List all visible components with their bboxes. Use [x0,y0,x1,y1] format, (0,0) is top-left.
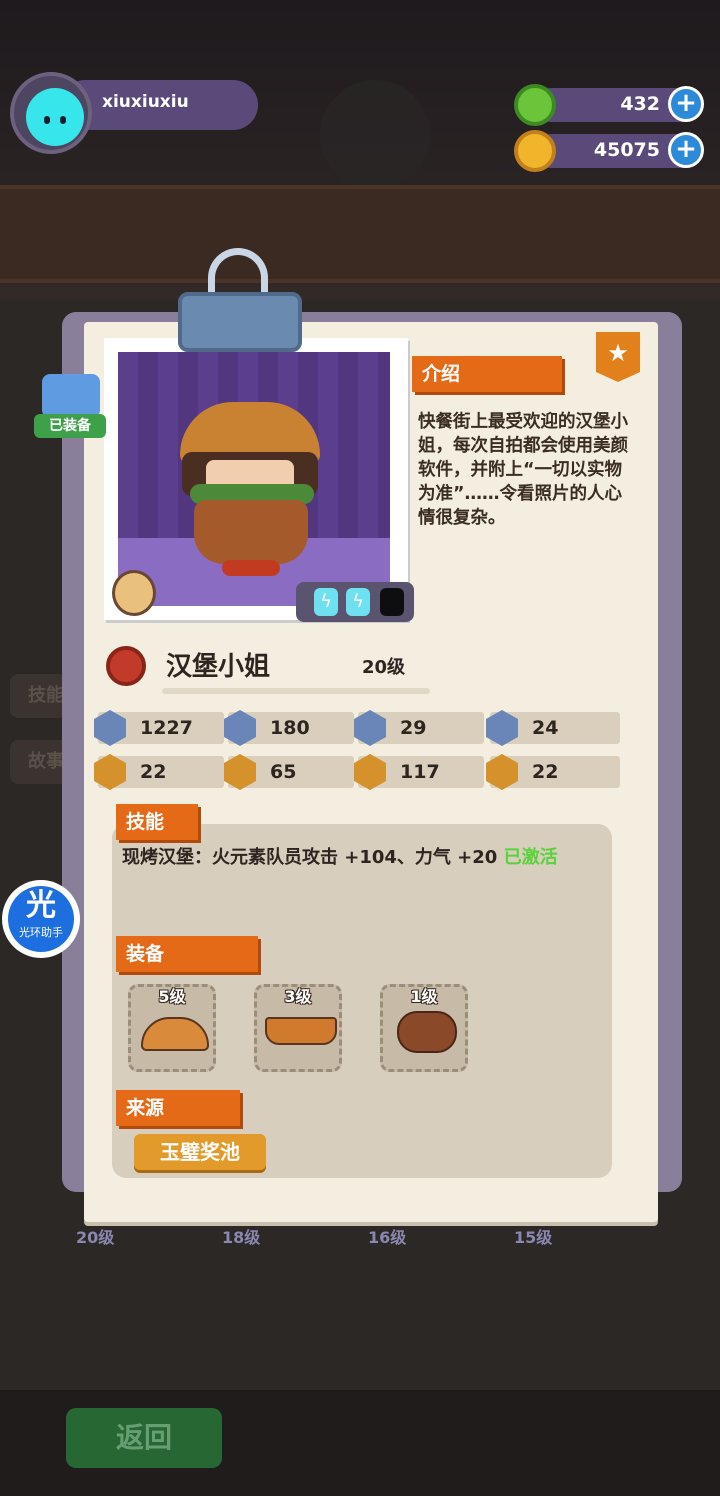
equipment-slot-1[interactable]: 5级 [128,984,216,1072]
source-title: 来源 [116,1090,240,1126]
stat-value: 117 [400,761,440,783]
gem-icon [514,84,556,126]
equipped-badge: 已装备 [34,414,106,438]
fire-element-icon [106,646,146,686]
equipment-slot-3[interactable]: 1级 [380,984,468,1072]
add-gems-button[interactable]: + [668,86,704,122]
skill-description: 现烤汉堡：火元素队员攻击 +104、力气 +20 [122,847,504,868]
stat-value: 24 [532,717,559,739]
coin-counter: 45075 + [514,130,704,172]
coin-planet-icon [514,130,556,172]
stat-attack: 180 [224,710,354,746]
skill-status: 已激活 [503,847,558,868]
halo-assistant-button[interactable]: 光 光环助手 [2,880,80,958]
intro-title: 介绍 [412,356,562,392]
gem-counter: 432 + [514,84,704,126]
stat-anchor: 24 [486,710,620,746]
character-feet [222,560,280,576]
character-level: 20级 [362,657,406,678]
username: xiuxiuxiu [102,92,189,112]
halo-label: 光环助手 [19,926,63,939]
source-pool-button[interactable]: 玉璧奖池 [134,1134,266,1170]
brain-icon [486,754,518,790]
tab-skill[interactable]: 技能 [10,674,70,718]
favorite-star-icon[interactable]: ★ [596,332,640,382]
stat-value: 65 [270,761,297,783]
stat-strength: 22 [94,754,224,790]
level-tab-18[interactable]: 18级 [222,1224,260,1248]
anchor-icon [486,710,518,746]
add-coins-button[interactable]: + [668,132,704,168]
charm-icon [224,754,256,790]
name-underline [162,688,430,694]
avatar[interactable] [10,72,92,154]
defense-icon [354,710,386,746]
gem-amount: 432 [620,93,660,115]
fan-decoration [320,80,430,190]
level-tab-15[interactable]: 15级 [514,1224,552,1248]
skill-text: 现烤汉堡：火元素队员攻击 +104、力气 +20 已激活 [122,844,608,872]
character-body [194,500,308,564]
stat-power: 117 [354,754,484,790]
bun-bottom-icon [265,1017,337,1045]
equipment-level: 3级 [284,987,312,1006]
patty-icon [397,1011,457,1053]
stat-charm: 65 [224,754,354,790]
character-name: 汉堡小姐 [166,652,271,682]
tab-story[interactable]: 故事 [10,740,70,784]
energy-bolt-icon: ϟ [346,588,370,616]
halo-main: 光 [26,888,56,923]
equip-title: 装备 [116,936,258,972]
equipment-level: 5级 [158,987,186,1006]
stat-hp: 1227 [94,710,224,746]
element-orb-icon [112,570,156,616]
background-shelf [0,185,720,283]
intro-text: 快餐街上最受欢迎的汉堡小姐，每次自拍都会使用美颜软件，并附上“一切以实物为准”…… [418,412,628,528]
stat-defense: 29 [354,710,484,746]
energy-slots: ϟ ϟ [296,582,414,622]
player-profile[interactable]: xiuxiuxiu [10,72,260,154]
heart-icon [94,710,126,746]
power-icon [354,754,386,790]
stat-value: 22 [532,761,559,783]
shirt-icon [42,374,100,418]
binder-clip [178,248,302,358]
strength-icon [94,754,126,790]
equipment-level: 1级 [410,987,438,1006]
back-button[interactable]: 返回 [66,1408,222,1468]
stat-value: 22 [140,761,167,783]
cat-avatar-icon [26,88,84,146]
stat-value: 29 [400,717,427,739]
coin-amount: 45075 [593,139,660,161]
equipped-outfit[interactable]: 已装备 [34,374,106,440]
energy-bolt-icon: ϟ [314,588,338,616]
stat-value: 180 [270,717,310,739]
skill-title: 技能 [116,804,198,840]
stat-intelligence: 22 [486,754,620,790]
level-tab-20[interactable]: 20级 [76,1224,114,1248]
bun-top-icon [141,1017,209,1051]
level-tab-16[interactable]: 16级 [368,1224,406,1248]
equipment-slot-2[interactable]: 3级 [254,984,342,1072]
stat-value: 1227 [140,717,193,739]
attack-icon [224,710,256,746]
energy-empty-icon [380,588,404,616]
